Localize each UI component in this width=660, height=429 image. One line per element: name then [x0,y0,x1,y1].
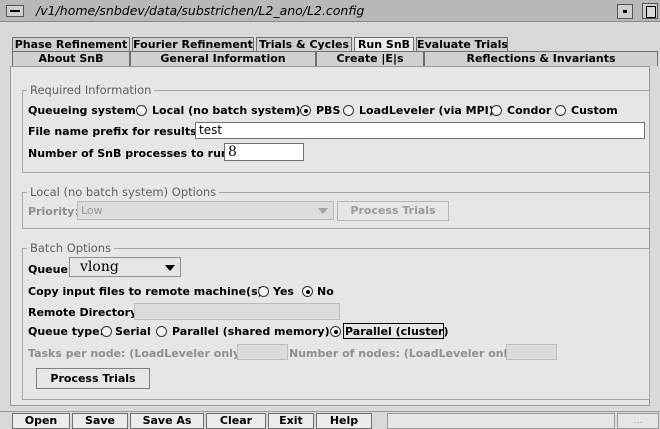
required-information-legend: Required Information [27,83,155,97]
number-of-nodes-input[interactable] [506,344,557,360]
maximize-icon[interactable] [642,3,658,19]
queue-type-label: Queue type: [28,325,104,338]
copy-no-radio[interactable] [302,286,313,297]
window-menu-icon[interactable] [6,5,24,17]
queue-type-shared-radio[interactable] [156,326,167,337]
tab-trials-cycles[interactable]: Trials & Cycles [256,37,352,52]
number-of-nodes-label: Number of nodes: (LoadLeveler only) [289,347,520,360]
remote-directory-label: Remote Directory: [28,306,142,319]
exit-button[interactable]: Exit [268,413,314,429]
tab-run-snb[interactable]: Run SnB [354,37,414,52]
tab-reflections-invariants[interactable]: Reflections & Invariants [424,51,658,66]
queue-select[interactable]: vlong [69,257,181,277]
file-prefix-label: File name prefix for results: [28,125,202,138]
help-button[interactable]: Help [316,413,372,429]
batch-options-legend: Batch Options [27,241,115,255]
status-field [387,413,615,429]
queueing-loadleveler-label[interactable]: LoadLeveler (via MPI) [359,104,494,117]
clear-button[interactable]: Clear [206,413,266,429]
queueing-condor-label[interactable]: Condor [507,104,551,117]
priority-dropdown-arrow-icon[interactable] [318,208,328,214]
tasks-per-node-label: Tasks per node: (LoadLeveler only) [28,347,246,360]
copy-no-label[interactable]: No [317,285,334,298]
tab-about-snb[interactable]: About SnB [12,51,130,66]
copy-yes-label[interactable]: Yes [273,285,294,298]
processes-input[interactable]: 8 [224,143,304,161]
processes-label: Number of SnB processes to run: [28,147,234,160]
queue-type-serial-label[interactable]: Serial [115,325,151,338]
queue-dropdown-arrow-icon [165,265,175,271]
tab-fourier-refinement[interactable]: Fourier Refinement [132,37,254,52]
queueing-custom-label[interactable]: Custom [571,104,618,117]
save-as-button[interactable]: Save As [130,413,204,429]
local-options-legend: Local (no batch system) Options [27,185,220,199]
queue-value: vlong [80,259,119,275]
save-button[interactable]: Save [72,413,128,429]
queue-type-cluster-radio[interactable] [330,326,341,337]
more-button[interactable]: ... [617,413,659,429]
queue-type-serial-radio[interactable] [101,326,112,337]
queueing-pbs-label[interactable]: PBS [316,104,340,117]
tab-evaluate-trials[interactable]: Evaluate Trials [416,37,508,52]
copy-yes-radio[interactable] [258,286,269,297]
tab-create-es[interactable]: Create |E|s [316,51,424,66]
open-button[interactable]: Open [12,413,70,429]
queueing-local-label[interactable]: Local (no batch system) [152,104,301,117]
queue-type-shared-label[interactable]: Parallel (shared memory) [172,325,330,338]
local-process-trials-button[interactable]: Process Trials [337,201,449,221]
queueing-custom-radio[interactable] [555,105,566,116]
tab-phase-refinement[interactable]: Phase Refinement [12,37,130,52]
priority-value: Low [81,204,103,217]
priority-label: Priority: [28,205,79,218]
remote-directory-input[interactable] [134,303,340,320]
file-prefix-input[interactable]: test [195,122,645,139]
queueing-system-label: Queueing system: [28,104,141,117]
priority-select[interactable]: Low [77,201,334,220]
queue-type-cluster-label[interactable]: Parallel (cluster) [345,325,449,338]
tasks-per-node-input[interactable] [237,344,288,360]
tab-general-information[interactable]: General Information [130,51,316,66]
batch-process-trials-button[interactable]: Process Trials [36,368,150,389]
window-title: /v1/home/snbdev/data/substrichen/L2_ano/… [36,3,365,18]
minimize-icon[interactable] [617,4,633,19]
queueing-condor-radio[interactable] [491,105,502,116]
queueing-local-radio[interactable] [136,105,147,116]
copy-input-label: Copy input files to remote machine(s)? [28,285,270,298]
queueing-loadleveler-radio[interactable] [343,105,354,116]
queue-label: Queue: [28,263,73,276]
queueing-pbs-radio[interactable] [300,105,311,116]
